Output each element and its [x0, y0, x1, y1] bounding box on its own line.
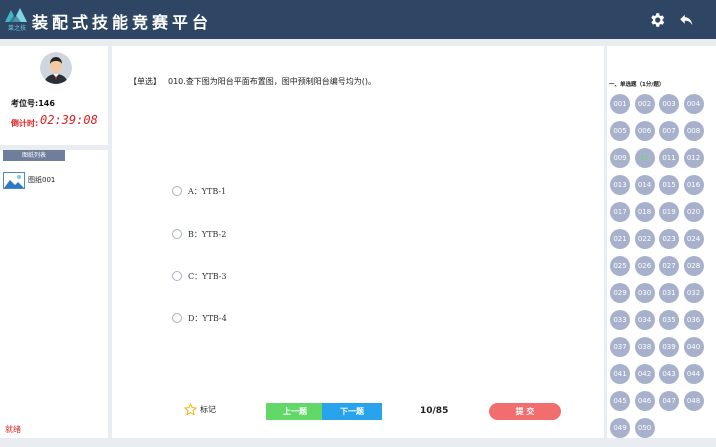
question-number-043[interactable]: 043	[659, 364, 679, 384]
question-number-040[interactable]: 040	[683, 337, 704, 357]
drawing-list-item[interactable]: 图纸001	[3, 171, 55, 189]
question-number-013[interactable]: 013	[610, 175, 630, 195]
question-number-033[interactable]: 033	[610, 310, 630, 330]
app-header: 莱之技 装配式技能竞赛平台	[0, 0, 716, 39]
avatar	[40, 52, 72, 84]
logo-text: 莱之技	[7, 25, 26, 32]
image-icon	[3, 171, 25, 189]
question-number-037[interactable]: 037	[610, 337, 630, 357]
question-number-010[interactable]: 10	[634, 148, 655, 168]
question-number-012[interactable]: 012	[683, 148, 704, 168]
question-number-050[interactable]: 050	[634, 418, 655, 438]
seat-number: 考位号:146	[11, 99, 55, 108]
question-number-047[interactable]: 047	[659, 391, 679, 411]
mark-label: 标记	[200, 405, 216, 414]
question-number-028[interactable]: 028	[683, 256, 704, 276]
question-number-025[interactable]: 025	[610, 256, 630, 276]
countdown-timer: 02:39:08	[40, 113, 98, 127]
drawing-item-label: 图纸001	[28, 176, 56, 184]
question-number-021[interactable]: 021	[610, 229, 630, 249]
question-number-030[interactable]: 030	[634, 283, 655, 303]
question-number-001[interactable]: 001	[610, 94, 630, 114]
question-number-006[interactable]: 006	[634, 121, 655, 141]
question-number-005[interactable]: 005	[610, 121, 630, 141]
drawing-list-tab[interactable]: 图纸列表	[3, 150, 65, 161]
question-number-015[interactable]: 015	[659, 175, 679, 195]
question-number-035[interactable]: 035	[659, 310, 679, 330]
question-number-042[interactable]: 042	[634, 364, 655, 384]
radio-icon[interactable]	[172, 313, 182, 323]
question-number-032[interactable]: 032	[683, 283, 704, 303]
question-number-020[interactable]: 020	[683, 202, 704, 222]
question-number-009[interactable]: 009	[610, 148, 630, 168]
bottom-bar	[0, 438, 716, 447]
question-number-029[interactable]: 029	[610, 283, 630, 303]
question-number-014[interactable]: 014	[634, 175, 655, 195]
question-number-046[interactable]: 046	[634, 391, 655, 411]
back-arrow-icon[interactable]	[678, 11, 696, 29]
question-number-011[interactable]: 011	[659, 148, 679, 168]
answer-sheet-panel: 一、单选题（1分/题） 001 002 003 004 005 006 007 008 009 1…	[607, 46, 716, 438]
question-number-038[interactable]: 038	[634, 337, 655, 357]
question-number-049[interactable]: 049	[610, 418, 630, 438]
question-number-044[interactable]: 044	[683, 364, 704, 384]
question-number-034[interactable]: 034	[634, 310, 655, 330]
option-a[interactable]: A：YTB-1	[172, 185, 226, 197]
gear-icon[interactable]	[648, 11, 666, 29]
question-number-045[interactable]: 045	[610, 391, 630, 411]
question-number-024[interactable]: 024	[683, 229, 704, 249]
option-d[interactable]: D：YTB-4	[172, 312, 227, 324]
candidate-panel: 考位号:146 倒计时: 02:39:08 图纸列表 图纸001	[0, 46, 108, 438]
question-number-031[interactable]: 031	[659, 283, 679, 303]
mark-button[interactable]: 标记	[184, 403, 216, 416]
question-number-017[interactable]: 017	[610, 202, 630, 222]
question-number-027[interactable]: 027	[659, 256, 679, 276]
question-progress: 10/85	[420, 406, 449, 416]
next-question-button[interactable]: 下一题	[322, 403, 382, 420]
option-c[interactable]: C：YTB-3	[172, 270, 227, 282]
star-icon	[184, 403, 197, 416]
radio-icon[interactable]	[172, 271, 182, 281]
question-number-023[interactable]: 023	[659, 229, 679, 249]
question-text: 010.查下图为阳台平面布置图，图中预制阳台编号均为()。	[168, 77, 377, 86]
option-label: D：YTB-4	[188, 313, 227, 323]
option-b[interactable]: B：YTB-2	[172, 228, 226, 240]
question-number-008[interactable]: 008	[683, 121, 704, 141]
question-panel: 【单选】 010.查下图为阳台平面布置图，图中预制阳台编号均为()。 A：YTB-…	[112, 46, 604, 438]
question-number-022[interactable]: 022	[634, 229, 655, 249]
app-title: 装配式技能竞赛平台	[32, 13, 213, 32]
option-label: A：YTB-1	[188, 186, 227, 196]
section-title: 一、单选题（1分/题）	[609, 82, 665, 88]
radio-icon[interactable]	[172, 186, 182, 196]
submit-button[interactable]: 提 交	[489, 403, 561, 420]
question-number-016[interactable]: 016	[683, 175, 704, 195]
question-number-003[interactable]: 003	[659, 94, 679, 114]
question-number-026[interactable]: 026	[634, 256, 655, 276]
question-number-007[interactable]: 007	[659, 121, 679, 141]
question-number-018[interactable]: 018	[634, 202, 655, 222]
question-number-039[interactable]: 039	[659, 337, 679, 357]
question-type: 【单选】	[129, 77, 161, 86]
status-text: 就绪	[5, 425, 21, 434]
countdown-label: 倒计时:	[11, 119, 39, 128]
question-stem: 【单选】 010.查下图为阳台平面布置图，图中预制阳台编号均为()。	[129, 76, 376, 87]
question-number-048[interactable]: 048	[683, 391, 704, 411]
question-number-019[interactable]: 019	[659, 202, 679, 222]
prev-question-button[interactable]: 上一题	[266, 403, 324, 420]
question-number-004[interactable]: 004	[683, 94, 704, 114]
radio-icon[interactable]	[172, 229, 182, 239]
option-label: C：YTB-3	[188, 271, 227, 281]
question-number-041[interactable]: 041	[610, 364, 630, 384]
option-label: B：YTB-2	[188, 229, 227, 239]
question-number-002[interactable]: 002	[634, 94, 655, 114]
question-number-036[interactable]: 036	[683, 310, 704, 330]
